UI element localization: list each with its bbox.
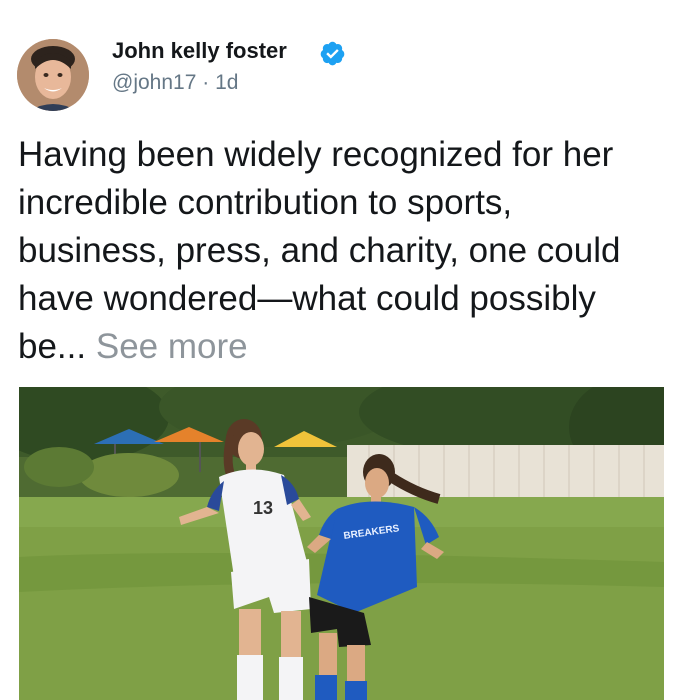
tweet-text-line-last: be... See more [18, 323, 693, 371]
tweet-media-photo[interactable]: 13 BREAKERS [19, 387, 664, 700]
author-handle-line: @john17 · 1d [112, 71, 238, 95]
soccer-photo: 13 BREAKERS [19, 387, 664, 700]
tweet-timestamp[interactable]: 1d [215, 71, 238, 94]
tweet-text: Having been widely recognized for her in… [18, 131, 693, 371]
tweet-text-line: have wondered—what could possibly [18, 279, 596, 318]
see-more-link[interactable]: See more [96, 327, 248, 366]
tweet-text-line: incredible contribution to sports, [18, 183, 513, 222]
tweet-text-ellipsis: be... [18, 327, 87, 366]
tweet-text-line: business, press, and charity, one could [18, 231, 621, 270]
author-handle[interactable]: @john17 [112, 71, 196, 94]
left-jersey-number: 13 [253, 498, 273, 518]
tweet-text-line: Having been widely recognized for her [18, 135, 614, 174]
author-name[interactable]: John kelly foster [112, 38, 287, 64]
meta-separator: · [202, 71, 210, 94]
avatar-image [17, 39, 89, 111]
author-avatar[interactable] [17, 39, 89, 111]
verified-badge-icon [320, 41, 345, 66]
